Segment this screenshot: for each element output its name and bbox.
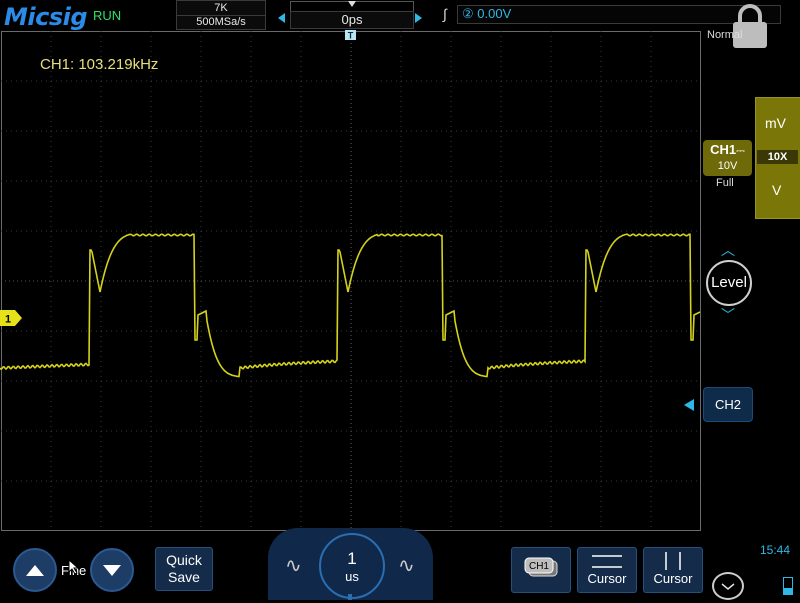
triangle-down-icon (103, 565, 121, 576)
memory-depth[interactable]: 7K (176, 0, 266, 16)
ch1-button[interactable]: CH1⎓ 10V (703, 140, 752, 176)
fine-down-button[interactable] (90, 548, 134, 592)
horizontal-cursor-label: Cursor (587, 571, 627, 586)
menu-button[interactable] (712, 572, 744, 600)
level-knob[interactable]: Level (706, 260, 752, 306)
lock-icon[interactable] (730, 3, 770, 49)
trigger-mode[interactable]: Normal (707, 29, 742, 41)
fine-up-button[interactable] (13, 548, 57, 592)
vertical-cursor-button[interactable]: Cursor (643, 547, 703, 593)
vertical-cursor-label: Cursor (653, 571, 693, 586)
ch1-name: CH1 (710, 142, 737, 157)
clock: 15:44 (760, 543, 791, 557)
timebase-decrease-icon[interactable]: ∿ (285, 553, 302, 578)
channel-select-label: CH1 (529, 561, 549, 572)
trigger-time-marker[interactable]: T (345, 30, 356, 41)
quick-save-button[interactable]: Quick Save (155, 547, 213, 591)
waveform-display[interactable]: T (0, 30, 702, 532)
channel-select-button[interactable]: CH1 (511, 547, 571, 593)
brand-logo: Micsig (4, 3, 88, 31)
trigger-position-marker (348, 1, 356, 7)
run-status[interactable]: RUN (93, 8, 121, 23)
sample-rate: 500MSa/s (176, 15, 266, 30)
trigger-source-icon: ② (462, 6, 474, 21)
svg-text:T: T (348, 31, 354, 41)
ch1-bandwidth: Full (716, 177, 734, 189)
probe-ratio[interactable]: 10X (757, 150, 798, 164)
scale-mv-button[interactable]: mV (765, 115, 786, 131)
timebase-value: 1 (347, 549, 357, 568)
rising-edge-icon[interactable]: ∫ (443, 6, 447, 22)
timebase-bottom-tick (348, 594, 352, 600)
ch2-trigger-arrow-icon (684, 399, 694, 411)
timebase-increase-icon[interactable]: ∿ (398, 553, 415, 578)
ch1-marker-label: 1 (5, 314, 11, 326)
scroll-left-icon[interactable] (278, 13, 285, 23)
scale-v-button[interactable]: V (772, 182, 781, 198)
level-up-icon[interactable]: ︿ (721, 240, 735, 260)
ch2-button[interactable]: CH2 (703, 387, 753, 422)
triangle-up-icon (26, 565, 44, 576)
timebase-unit: us (345, 569, 359, 584)
level-down-icon[interactable]: ﹀ (721, 305, 735, 325)
channel-stack-icon: CH1 (524, 557, 558, 577)
horizontal-cursor-icon (592, 555, 622, 568)
horizontal-position-value[interactable]: 0ps (290, 11, 414, 29)
horizontal-cursor-button[interactable]: Cursor (577, 547, 637, 593)
chevron-down-icon (721, 583, 735, 590)
dc-coupling-icon: ⎓ (736, 145, 745, 157)
frequency-measurement: CH1: 103.219kHz (40, 56, 159, 73)
vertical-cursor-icon (665, 552, 681, 570)
trigger-readout: ② 0.00V (462, 6, 511, 22)
ch1-offset-marker[interactable]: 1 (0, 310, 24, 326)
battery-level (784, 588, 792, 594)
scroll-right-icon[interactable] (415, 13, 422, 23)
ch1-volts-per-div: 10V (717, 160, 738, 172)
mouse-pointer-icon (68, 559, 80, 575)
trigger-level-value: 0.00V (477, 6, 512, 21)
